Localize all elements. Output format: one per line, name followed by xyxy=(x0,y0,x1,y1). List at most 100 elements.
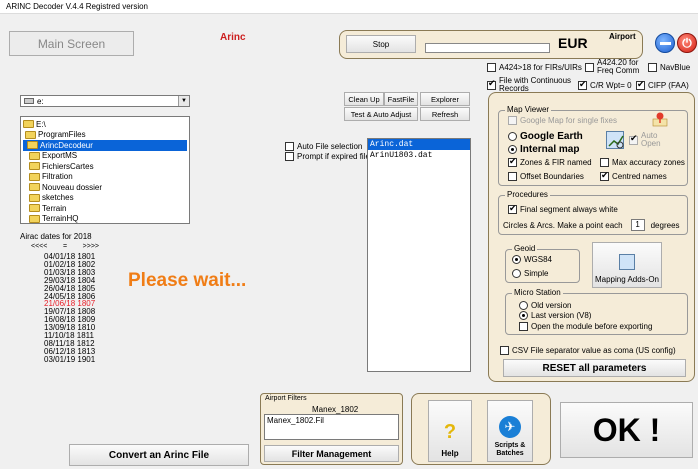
filter-management-button[interactable]: Filter Management xyxy=(264,445,399,462)
open-module-checkbox[interactable] xyxy=(519,322,528,331)
max-accuracy-option[interactable]: Max accuracy zones xyxy=(600,158,685,167)
continuous-checkbox[interactable] xyxy=(487,79,496,90)
google-earth-option[interactable]: Google Earth xyxy=(508,131,583,142)
clean-up-button[interactable]: Clean Up xyxy=(344,92,384,106)
folder-item[interactable]: TerrainHQ xyxy=(23,214,187,225)
micro-old-radio[interactable] xyxy=(519,301,528,310)
internal-map-radio[interactable] xyxy=(508,145,517,154)
folder-item[interactable]: E:\ xyxy=(23,119,187,130)
continuous-option[interactable]: File with Continuous Records xyxy=(487,77,572,93)
stop-button[interactable]: Stop xyxy=(346,35,416,53)
cr-wpt-checkbox[interactable] xyxy=(578,79,587,90)
navblue-option[interactable]: NavBlue xyxy=(648,63,690,72)
airport-label: Airport xyxy=(609,32,636,41)
drive-select[interactable]: e: ▼ xyxy=(20,95,190,107)
internal-map-option[interactable]: Internal map xyxy=(508,144,579,155)
navblue-checkbox[interactable] xyxy=(648,63,657,72)
map-viewer-legend: Map Viewer xyxy=(505,105,552,114)
wgs84-radio[interactable] xyxy=(512,255,521,264)
auto-open-checkbox[interactable] xyxy=(629,134,638,145)
final-segment-checkbox[interactable] xyxy=(508,203,517,214)
a424-freq-option[interactable]: A424.20 for Freq Comm xyxy=(585,59,645,75)
micro-last-radio[interactable] xyxy=(519,311,528,320)
micro-last-option[interactable]: Last version (V8) xyxy=(519,311,591,320)
csv-checkbox[interactable] xyxy=(500,346,509,355)
zones-option[interactable]: Zones & FIR named xyxy=(508,156,592,167)
centred-checkbox[interactable] xyxy=(600,170,609,181)
power-icon[interactable]: ⏻ xyxy=(677,33,697,53)
airac-current-button[interactable]: = xyxy=(63,243,67,250)
main-screen-button[interactable]: Main Screen xyxy=(9,31,134,56)
simple-radio[interactable] xyxy=(512,269,521,278)
airport-filter-name: Manex_1802 xyxy=(312,405,359,414)
prompt-expired-checkbox[interactable] xyxy=(285,152,294,161)
pin-map-icon xyxy=(651,111,669,127)
folder-tree[interactable]: E:\ ProgramFiles ArincDecodeur ExportMS … xyxy=(20,116,190,224)
reset-button[interactable]: RESET all parameters xyxy=(503,359,686,377)
folder-item[interactable]: ExportMS xyxy=(23,151,187,162)
progress-bar xyxy=(425,43,550,53)
window-title-bar: ARINC Decoder V.4.4 Registred version xyxy=(0,0,698,14)
folder-item[interactable]: Terrain xyxy=(23,203,187,214)
centred-option[interactable]: Centred names xyxy=(600,170,667,181)
zones-checkbox[interactable] xyxy=(508,156,517,167)
help-button[interactable]: ? Help xyxy=(428,400,472,462)
a424-firs-checkbox[interactable] xyxy=(487,63,496,72)
cifp-checkbox[interactable] xyxy=(636,79,645,90)
arinc-label: Arinc xyxy=(220,32,246,43)
chevron-down-icon[interactable]: ▼ xyxy=(178,96,189,106)
please-wait-message: Please wait... xyxy=(128,270,247,291)
csv-option[interactable]: CSV File separator value as coma (US con… xyxy=(500,346,676,355)
explorer-button[interactable]: Explorer xyxy=(420,92,470,106)
airac-nav: <<<< = >>>> xyxy=(31,243,99,250)
cifp-option[interactable]: CIFP (FAA) xyxy=(636,79,689,90)
auto-open-option[interactable]: Auto Open xyxy=(629,132,669,148)
auto-file-selection-option[interactable]: Auto File selection xyxy=(285,142,362,151)
file-item[interactable]: ArinU1803.dat xyxy=(368,150,470,161)
degrees-input[interactable]: 1 xyxy=(630,219,645,231)
map-viewer-icon[interactable] xyxy=(606,131,624,149)
folder-item-selected[interactable]: ArincDecodeur xyxy=(23,140,187,151)
mapping-addons-button[interactable]: Mapping Adds-On xyxy=(592,242,662,288)
open-module-option[interactable]: Open the module before exporting xyxy=(519,322,652,331)
folder-open-icon xyxy=(27,141,38,150)
max-accuracy-checkbox[interactable] xyxy=(600,158,609,167)
cr-wpt-option[interactable]: C/R Wpt= 0 xyxy=(578,79,632,90)
folder-item[interactable]: Nouveau dossier xyxy=(23,182,187,193)
filter-list[interactable]: Manex_1802.Fil xyxy=(264,414,399,440)
airport-filters-legend: Airport Filters xyxy=(265,395,307,402)
region-code: EUR xyxy=(558,35,588,51)
ok-button[interactable]: OK ! xyxy=(560,402,693,458)
airac-next-button[interactable]: >>>> xyxy=(83,243,99,250)
prompt-expired-option[interactable]: Prompt if expired file xyxy=(285,152,370,161)
folder-item[interactable]: ProgramFiles xyxy=(23,130,187,141)
final-segment-option[interactable]: Final segment always white xyxy=(508,203,618,214)
wgs84-option[interactable]: WGS84 xyxy=(512,255,552,264)
google-single-option[interactable]: Google Map for single fixes xyxy=(508,116,617,125)
filter-item[interactable]: Manex_1802.Fil xyxy=(267,416,396,425)
airac-date-list: 04/01/18 1801 01/02/18 1802 01/03/18 180… xyxy=(44,253,104,364)
minimize-icon[interactable] xyxy=(655,33,675,53)
folder-item[interactable]: FichiersCartes xyxy=(23,161,187,172)
file-item-selected[interactable]: Arinc.dat xyxy=(368,139,470,150)
micro-old-option[interactable]: Old version xyxy=(519,301,571,310)
offset-checkbox[interactable] xyxy=(508,172,517,181)
folder-item[interactable]: Filtration xyxy=(23,172,187,183)
google-earth-radio[interactable] xyxy=(508,132,517,141)
folder-icon xyxy=(29,193,40,202)
a424-freq-checkbox[interactable] xyxy=(585,62,594,72)
simple-option[interactable]: Simple xyxy=(512,269,548,278)
file-list[interactable]: Arinc.dat ArinU1803.dat xyxy=(367,138,471,372)
airac-prev-button[interactable]: <<<< xyxy=(31,243,47,250)
fast-file-button[interactable]: FastFile xyxy=(384,92,418,106)
scripts-batches-button[interactable]: ✈ Scripts & Batches xyxy=(487,400,533,462)
auto-file-selection-checkbox[interactable] xyxy=(285,142,294,151)
convert-arinc-button[interactable]: Convert an Arinc File xyxy=(69,444,249,466)
test-adjust-button[interactable]: Test & Auto Adjust xyxy=(344,107,418,121)
google-single-checkbox[interactable] xyxy=(508,116,517,125)
window-title: ARINC Decoder V.4.4 Registred version xyxy=(6,2,148,11)
folder-item[interactable]: sketches xyxy=(23,193,187,204)
refresh-button[interactable]: Refresh xyxy=(420,107,470,121)
a424-firs-option[interactable]: A424>18 for FIRs/UIRs xyxy=(487,63,582,72)
offset-option[interactable]: Offset Boundaries xyxy=(508,172,584,181)
